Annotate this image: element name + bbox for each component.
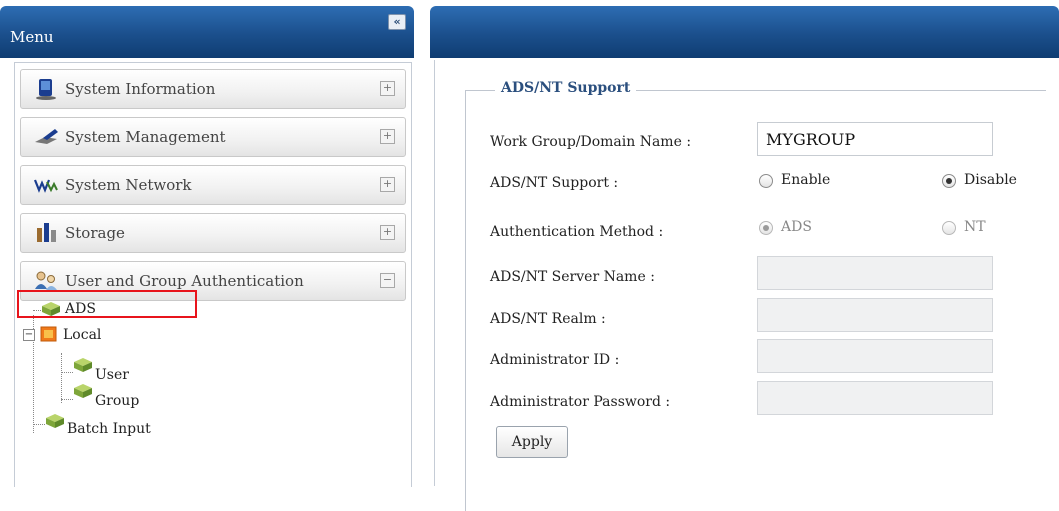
tree-item-label: User xyxy=(95,367,129,383)
admin-id-field[interactable] xyxy=(757,339,993,373)
enable-radio[interactable] xyxy=(759,174,773,188)
realm-field[interactable] xyxy=(757,298,993,332)
collapse-menu-button[interactable]: « xyxy=(388,14,406,30)
menu-item-label: User and Group Authentication xyxy=(65,272,304,290)
tree-item-label: Local xyxy=(63,327,102,343)
enable-label: Enable xyxy=(781,172,831,188)
auth-method-label: Authentication Method : xyxy=(490,224,664,240)
cube-icon xyxy=(74,384,92,398)
admin-id-label: Administrator ID : xyxy=(490,352,620,368)
expand-icon[interactable]: + xyxy=(380,81,395,96)
menu-item-system-information[interactable]: System Information + xyxy=(20,69,406,109)
menu-item-label: Storage xyxy=(65,224,125,242)
tree-line xyxy=(33,424,45,425)
tree-item-group[interactable]: Group xyxy=(73,384,193,411)
network-icon xyxy=(33,179,58,193)
menu-body: System Information + System Management +… xyxy=(14,62,412,487)
menu-panel: Menu « System Information + System Manag… xyxy=(0,0,420,487)
tree-item-user[interactable]: User xyxy=(73,358,193,385)
cube-icon xyxy=(46,414,64,428)
tools-icon xyxy=(35,129,58,144)
menu-title: Menu xyxy=(10,28,54,46)
tree-item-label: Group xyxy=(95,393,140,409)
disable-radio[interactable] xyxy=(942,174,956,188)
workgroup-label: Work Group/Domain Name : xyxy=(490,134,692,150)
server-name-label: ADS/NT Server Name : xyxy=(490,269,655,285)
cube-icon xyxy=(74,358,92,372)
apply-button[interactable]: Apply xyxy=(496,426,568,458)
nt-label: NT xyxy=(964,219,986,235)
ads-label: ADS xyxy=(781,219,812,235)
tree-line xyxy=(61,372,73,373)
tree-collapse-icon[interactable]: − xyxy=(23,329,35,341)
menu-item-system-network[interactable]: System Network + xyxy=(20,165,406,205)
folder-icon xyxy=(40,326,57,342)
admin-password-field[interactable] xyxy=(757,381,993,415)
expand-icon[interactable]: + xyxy=(380,177,395,192)
users-icon xyxy=(35,271,57,290)
menu-item-label: System Management xyxy=(65,128,226,146)
menu-item-storage[interactable]: Storage + xyxy=(20,213,406,253)
disable-label: Disable xyxy=(964,172,1017,188)
collapse-icon[interactable]: − xyxy=(380,273,395,288)
content-body: ADS/NT Support Work Group/Domain Name : … xyxy=(434,60,1059,511)
tree-item-label: Batch Input xyxy=(67,421,151,437)
storage-icon xyxy=(37,223,56,242)
ads-radio[interactable] xyxy=(759,221,773,235)
selection-highlight xyxy=(17,290,197,318)
expand-icon[interactable]: + xyxy=(380,129,395,144)
tree-item-local[interactable]: − Local xyxy=(23,325,183,347)
admin-password-label: Administrator Password : xyxy=(490,394,671,410)
expand-icon[interactable]: + xyxy=(380,225,395,240)
menu-item-label: System Information xyxy=(65,80,216,98)
content-panel: ADS/NT Support Work Group/Domain Name : … xyxy=(430,0,1059,511)
tree-line xyxy=(61,399,73,400)
realm-label: ADS/NT Realm : xyxy=(490,311,606,327)
menu-item-system-management[interactable]: System Management + xyxy=(20,117,406,157)
workgroup-field[interactable] xyxy=(757,122,993,156)
content-header xyxy=(430,6,1059,58)
computer-icon xyxy=(36,79,56,100)
support-label: ADS/NT Support : xyxy=(490,175,619,191)
section-title: ADS/NT Support xyxy=(495,80,637,96)
server-name-field[interactable] xyxy=(757,256,993,290)
menu-item-label: System Network xyxy=(65,176,192,194)
menu-header: Menu « xyxy=(0,6,414,58)
tree-line xyxy=(61,353,62,403)
nt-radio[interactable] xyxy=(942,221,956,235)
tree-item-batch-input[interactable]: Batch Input xyxy=(45,414,205,439)
